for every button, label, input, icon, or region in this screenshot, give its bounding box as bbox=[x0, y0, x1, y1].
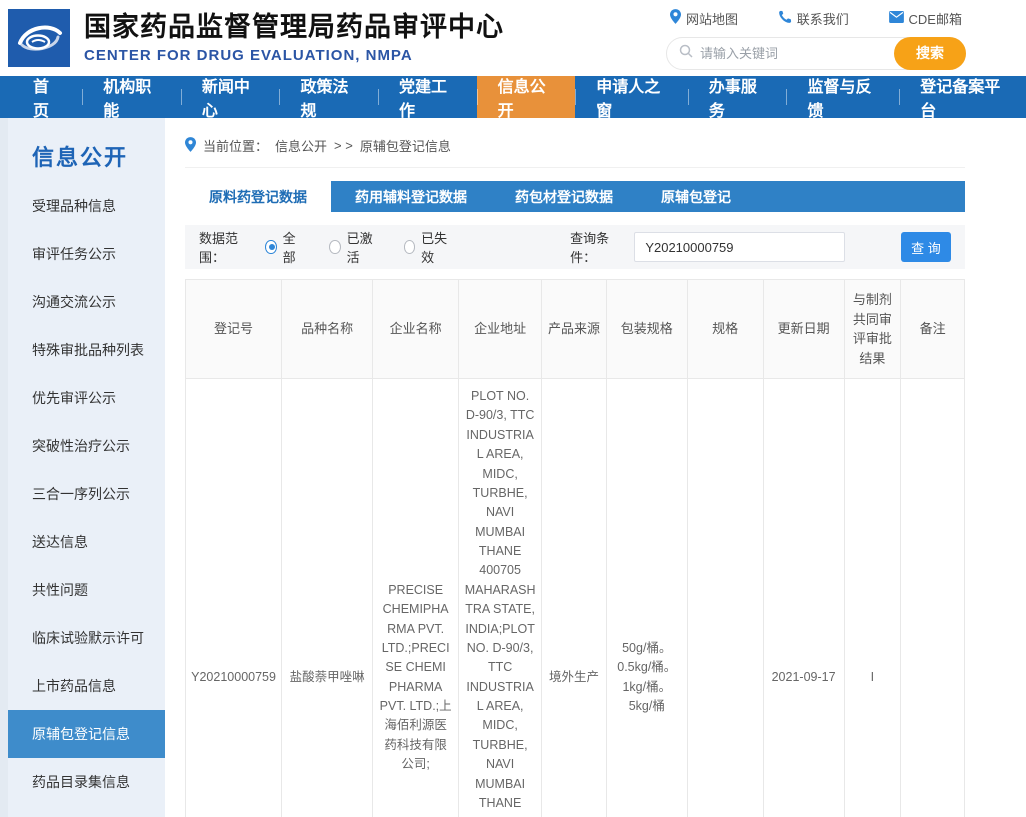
cell-source: 境外生产 bbox=[542, 379, 607, 817]
page-body: 信息公开 受理品种信息 审评任务公示 沟通交流公示 特殊审批品种列表 优先审评公… bbox=[0, 118, 1026, 817]
sidebar-item-review-tasks[interactable]: 审评任务公示 bbox=[8, 230, 165, 278]
location-pin-icon bbox=[185, 137, 196, 155]
link-site-map[interactable]: 网站地图 bbox=[670, 9, 738, 28]
link-label: 联系我们 bbox=[797, 9, 849, 28]
breadcrumb-section[interactable]: 信息公开 bbox=[275, 136, 327, 155]
sidebar-item-clinical-trial-license[interactable]: 临床试验默示许可 bbox=[8, 614, 165, 662]
radio-expired[interactable]: 已失效 bbox=[404, 228, 453, 266]
col-header-product-name: 品种名称 bbox=[282, 280, 373, 379]
sidebar-item-three-in-one[interactable]: 三合一序列公示 bbox=[8, 470, 165, 518]
header-right: 网站地图 联系我们 CDE邮箱 搜索 bbox=[666, 7, 966, 70]
radio-label: 已激活 bbox=[347, 228, 378, 266]
sidebar-item-common-issues[interactable]: 共性问题 bbox=[8, 566, 165, 614]
sidebar-item-special-approval-list[interactable]: 特殊审批品种列表 bbox=[8, 326, 165, 374]
col-header-reg-no: 登记号 bbox=[186, 280, 282, 379]
sidebar: 信息公开 受理品种信息 审评任务公示 沟通交流公示 特殊审批品种列表 优先审评公… bbox=[8, 118, 165, 817]
search-icon bbox=[679, 44, 693, 63]
envelope-icon bbox=[889, 11, 904, 26]
location-pin-icon bbox=[670, 9, 681, 27]
site-header: 国家药品监督管理局药品审评中心 CENTER FOR DRUG EVALUATI… bbox=[0, 0, 1026, 76]
col-header-address: 企业地址 bbox=[459, 280, 542, 379]
cell-product-name: 盐酸萘甲唑啉 bbox=[282, 379, 373, 817]
search-input[interactable] bbox=[700, 46, 885, 61]
col-header-source: 产品来源 bbox=[542, 280, 607, 379]
cell-address: PLOT NO. D-90/3, TTC INDUSTRIAL AREA, MI… bbox=[459, 379, 542, 817]
query-button[interactable]: 查 询 bbox=[901, 232, 951, 262]
col-header-company: 企业名称 bbox=[373, 280, 459, 379]
cde-logo-icon bbox=[8, 9, 70, 67]
sidebar-item-drug-catalog[interactable]: 药品目录集信息 bbox=[8, 758, 165, 806]
col-header-update-date: 更新日期 bbox=[763, 280, 844, 379]
nav-item-party-building[interactable]: 党建工作 bbox=[378, 76, 477, 118]
col-header-review-result: 与制剂共同审评审批结果 bbox=[844, 280, 901, 379]
site-title-block: 国家药品监督管理局药品审评中心 CENTER FOR DRUG EVALUATI… bbox=[84, 12, 504, 63]
col-header-packaging: 包装规格 bbox=[606, 280, 687, 379]
sidebar-item-delivery-info[interactable]: 送达信息 bbox=[8, 518, 165, 566]
radio-icon bbox=[404, 240, 416, 254]
nav-item-functions[interactable]: 机构职能 bbox=[82, 76, 181, 118]
breadcrumb-separator: > > bbox=[334, 138, 353, 153]
link-label: CDE邮箱 bbox=[909, 9, 962, 28]
sidebar-item-breakthrough-therapy[interactable]: 突破性治疗公示 bbox=[8, 422, 165, 470]
link-cde-mail[interactable]: CDE邮箱 bbox=[889, 9, 962, 28]
link-label: 网站地图 bbox=[686, 9, 738, 28]
nav-item-home[interactable]: 首页 bbox=[12, 76, 82, 118]
nav-item-supervision-feedback[interactable]: 监督与反馈 bbox=[786, 76, 899, 118]
nav-item-applicant-window[interactable]: 申请人之窗 bbox=[575, 76, 688, 118]
cell-update-date: 2021-09-17 bbox=[763, 379, 844, 817]
radio-icon bbox=[265, 240, 276, 254]
sidebar-item-priority-review[interactable]: 优先审评公示 bbox=[8, 374, 165, 422]
page-title: 国家药品监督管理局药品审评中心 bbox=[84, 12, 504, 43]
col-header-remark: 备注 bbox=[901, 280, 965, 379]
cell-reg-no: Y20210000759 bbox=[186, 379, 282, 817]
radio-all[interactable]: 全部 bbox=[265, 228, 303, 266]
scope-label: 数据范围： bbox=[199, 228, 255, 266]
nav-item-news[interactable]: 新闻中心 bbox=[181, 76, 280, 118]
table-row: Y20210000759 盐酸萘甲唑啉 PRECISE CHEMIPHARMA … bbox=[186, 379, 965, 817]
cell-remark bbox=[901, 379, 965, 817]
radio-icon bbox=[329, 240, 341, 254]
col-header-spec: 规格 bbox=[687, 280, 763, 379]
page-subtitle: CENTER FOR DRUG EVALUATION, NMPA bbox=[84, 47, 504, 64]
cell-company: PRECISE CHEMIPHARMA PVT. LTD.;PRECISE CH… bbox=[373, 379, 459, 817]
sidebar-item-marketed-drugs[interactable]: 上市药品信息 bbox=[8, 662, 165, 710]
cell-review-result: I bbox=[844, 379, 901, 817]
phone-icon bbox=[778, 10, 792, 27]
cell-spec bbox=[687, 379, 763, 817]
scope-radio-group: 全部 已激活 已失效 bbox=[265, 228, 452, 266]
query-label: 查询条件： bbox=[570, 228, 626, 266]
tab-excipient-registration[interactable]: 原辅包登记 bbox=[637, 181, 755, 212]
nav-item-policies[interactable]: 政策法规 bbox=[279, 76, 378, 118]
nav-item-info-disclosure[interactable]: 信息公开 bbox=[477, 76, 576, 118]
sidebar-item-key-work[interactable]: 重点工作 bbox=[8, 806, 165, 817]
cell-packaging: 50g/桶。0.5kg/桶。1kg/桶。5kg/桶 bbox=[606, 379, 687, 817]
nav-item-services[interactable]: 办事服务 bbox=[688, 76, 787, 118]
radio-activated[interactable]: 已激活 bbox=[329, 228, 378, 266]
link-contact-us[interactable]: 联系我们 bbox=[778, 9, 849, 28]
search-button[interactable]: 搜索 bbox=[894, 37, 966, 70]
main-nav: 首页 机构职能 新闻中心 政策法规 党建工作 信息公开 申请人之窗 办事服务 监… bbox=[0, 76, 1026, 118]
filter-bar: 数据范围： 全部 已激活 已失效 查询条件： 查 询 bbox=[185, 225, 965, 269]
registration-table: 登记号 品种名称 企业名称 企业地址 产品来源 包装规格 规格 更新日期 与制剂… bbox=[185, 279, 965, 817]
table-header-row: 登记号 品种名称 企业名称 企业地址 产品来源 包装规格 规格 更新日期 与制剂… bbox=[186, 280, 965, 379]
breadcrumb-current: 原辅包登记信息 bbox=[360, 136, 451, 155]
radio-label: 已失效 bbox=[421, 228, 452, 266]
nav-item-registration-platform[interactable]: 登记备案平台 bbox=[899, 76, 1026, 118]
sidebar-item-excipient-registration[interactable]: 原辅包登记信息 bbox=[8, 710, 165, 758]
radio-label: 全部 bbox=[283, 228, 303, 266]
tab-packaging-registration-data[interactable]: 药包材登记数据 bbox=[491, 181, 637, 212]
sidebar-item-accepted-products[interactable]: 受理品种信息 bbox=[8, 182, 165, 230]
main-content: 当前位置： 信息公开 > > 原辅包登记信息 原料药登记数据 药用辅料登记数据 … bbox=[165, 118, 1026, 817]
sidebar-title: 信息公开 bbox=[32, 140, 165, 172]
query-input[interactable] bbox=[634, 232, 845, 262]
breadcrumb: 当前位置： 信息公开 > > 原辅包登记信息 bbox=[185, 130, 965, 168]
search-bar: 搜索 bbox=[666, 37, 966, 70]
tab-api-registration-data[interactable]: 原料药登记数据 bbox=[185, 181, 331, 212]
sidebar-item-communication[interactable]: 沟通交流公示 bbox=[8, 278, 165, 326]
breadcrumb-label: 当前位置： bbox=[203, 136, 268, 155]
tab-bar: 原料药登记数据 药用辅料登记数据 药包材登记数据 原辅包登记 bbox=[185, 181, 965, 212]
tab-excipient-registration-data[interactable]: 药用辅料登记数据 bbox=[331, 181, 491, 212]
quick-links: 网站地图 联系我们 CDE邮箱 bbox=[666, 7, 966, 28]
